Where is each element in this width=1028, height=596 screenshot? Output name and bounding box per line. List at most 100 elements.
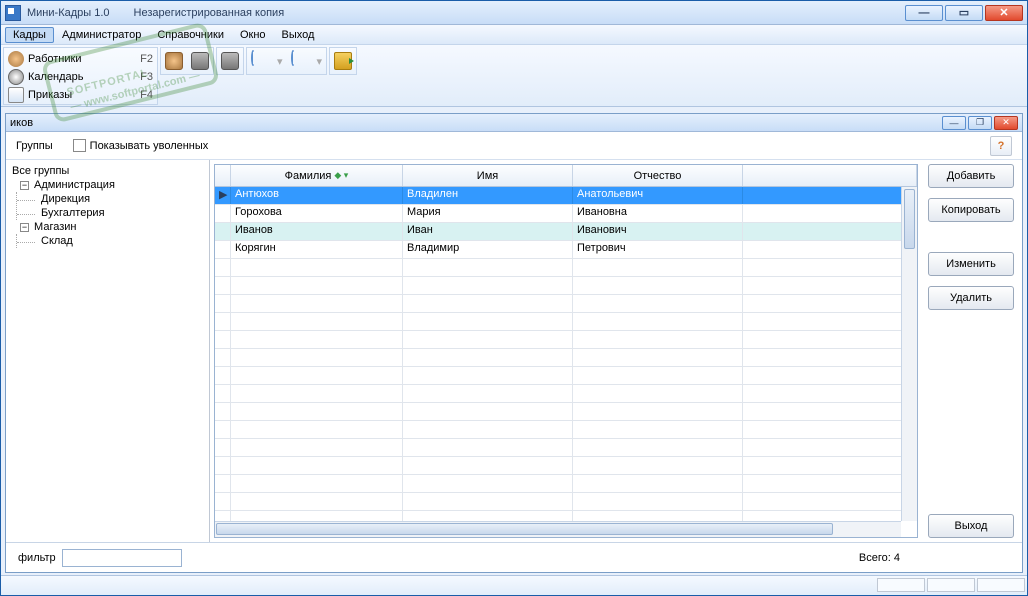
app-subtitle: Незарегистрированная копия <box>134 7 285 19</box>
employees-grid[interactable]: Фамилия ◆ ▾ИмяОтчество ▶АнтюховВладиленА… <box>214 164 918 538</box>
table-row-empty <box>215 403 917 421</box>
tools-icon[interactable] <box>191 52 209 70</box>
child-window: иков — ❐ ✕ Группы Показывать уволенных ?… <box>5 113 1023 573</box>
shortcut-key: F2 <box>140 53 153 65</box>
edit-button[interactable]: Изменить <box>928 252 1014 276</box>
child-toolbar: Группы Показывать уволенных ? <box>6 132 1022 160</box>
tree-node[interactable]: − Магазин <box>8 220 207 234</box>
menu-item-справочники[interactable]: Справочники <box>149 27 232 43</box>
grid-column-spacer <box>743 165 917 186</box>
tree-toggle-icon[interactable]: − <box>20 181 29 190</box>
total-value: 4 <box>894 552 900 564</box>
shortcut-календарь[interactable]: КалендарьF3 <box>8 68 153 86</box>
show-fired-checkbox[interactable] <box>73 139 86 152</box>
minimize-button[interactable]: — <box>905 5 943 21</box>
tree-root[interactable]: Все группы <box>8 164 207 178</box>
groups-tree[interactable]: Все группы− АдминистрацияДирекцияБухгалт… <box>6 160 210 542</box>
table-row-empty <box>215 385 917 403</box>
show-fired-control[interactable]: Показывать уволенных <box>73 139 209 152</box>
total-label: Всего: <box>859 552 891 564</box>
menubar: КадрыАдминистраторСправочникиОкноВыход <box>1 25 1027 45</box>
settings-icon[interactable] <box>221 52 239 70</box>
menu-item-кадры[interactable]: Кадры <box>5 27 54 43</box>
tree-leaf[interactable]: Склад <box>17 234 207 248</box>
shortcut-key: F4 <box>140 89 153 101</box>
user-icon[interactable] <box>165 52 183 70</box>
app-icon <box>5 5 21 21</box>
child-close-button[interactable]: ✕ <box>994 116 1018 130</box>
table-cell-spacer <box>743 241 917 258</box>
row-indicator <box>215 223 231 240</box>
menu-item-окно[interactable]: Окно <box>232 27 274 43</box>
filter-label: фильтр <box>18 552 56 564</box>
shortcut-key: F3 <box>140 71 153 83</box>
grid-header: Фамилия ◆ ▾ИмяОтчество <box>215 165 917 187</box>
shortcut-label: Работники <box>28 53 136 65</box>
table-row[interactable]: ИвановИванИванович <box>215 223 917 241</box>
exit-button[interactable]: Выход <box>928 514 1014 538</box>
table-cell-spacer <box>743 223 917 240</box>
table-row-empty <box>215 313 917 331</box>
help-button[interactable]: ? <box>990 136 1012 156</box>
table-row[interactable]: КорягинВладимирПетрович <box>215 241 917 259</box>
app-window: Мини-Кадры 1.0 Незарегистрированная копи… <box>0 0 1028 596</box>
child-titlebar: иков — ❐ ✕ <box>6 114 1022 132</box>
grid-column-header[interactable]: Отчество <box>573 165 743 186</box>
show-fired-label: Показывать уволенных <box>90 140 209 152</box>
sort-indicator-icon: ◆ ▾ <box>334 170 348 181</box>
table-cell: Корягин <box>231 241 403 258</box>
copy-button[interactable]: Копировать <box>928 198 1014 222</box>
table-cell-spacer <box>743 187 917 204</box>
table-row-empty <box>215 367 917 385</box>
tree-node[interactable]: − Администрация <box>8 178 207 192</box>
status-cell <box>927 578 975 592</box>
table-cell: Петрович <box>573 241 743 258</box>
table-cell: Антюхов <box>231 187 403 204</box>
undo-dropdown-icon[interactable]: ▾ <box>277 55 283 68</box>
table-cell-spacer <box>743 205 917 222</box>
table-cell: Иванович <box>573 223 743 240</box>
redo-icon[interactable] <box>291 52 309 70</box>
table-cell: Иванов <box>231 223 403 240</box>
tree-toggle-icon[interactable]: − <box>20 223 29 232</box>
table-cell: Иван <box>403 223 573 240</box>
grid-body[interactable]: ▶АнтюховВладиленАнатольевичГороховаМария… <box>215 187 917 521</box>
shortcut-работники[interactable]: Работники F2 <box>8 50 153 68</box>
maximize-button[interactable]: ▭ <box>945 5 983 21</box>
redo-dropdown-icon[interactable]: ▾ <box>317 55 323 68</box>
table-cell: Анатольевич <box>573 187 743 204</box>
table-row[interactable]: ГороховаМарияИвановна <box>215 205 917 223</box>
tree-leaf[interactable]: Дирекция <box>17 192 207 206</box>
table-cell: Владилен <box>403 187 573 204</box>
add-button[interactable]: Добавить <box>928 164 1014 188</box>
people-icon <box>8 51 24 67</box>
groups-label: Группы <box>16 140 53 152</box>
menu-item-администратор[interactable]: Администратор <box>54 27 149 43</box>
table-row[interactable]: ▶АнтюховВладиленАнатольевич <box>215 187 917 205</box>
child-minimize-button[interactable]: — <box>942 116 966 130</box>
table-cell: Мария <box>403 205 573 222</box>
grid-column-header[interactable]: Имя <box>403 165 573 186</box>
grid-column-header[interactable]: Фамилия ◆ ▾ <box>231 165 403 186</box>
toolbar-exit <box>329 47 357 75</box>
child-restore-button[interactable]: ❐ <box>968 116 992 130</box>
shortcut-приказы[interactable]: Приказы F4 <box>8 86 153 104</box>
shortcut-label: Приказы <box>28 89 136 101</box>
menu-item-выход[interactable]: Выход <box>274 27 323 43</box>
tree-leaf[interactable]: Бухгалтерия <box>17 206 207 220</box>
exit-icon[interactable] <box>334 52 352 70</box>
delete-button[interactable]: Удалить <box>928 286 1014 310</box>
close-button[interactable]: ✕ <box>985 5 1023 21</box>
vertical-scrollbar[interactable] <box>901 187 917 521</box>
statusbar <box>1 575 1027 595</box>
horizontal-scrollbar[interactable] <box>215 521 901 537</box>
filter-input[interactable] <box>62 549 182 567</box>
table-cell: Горохова <box>231 205 403 222</box>
titlebar: Мини-Кадры 1.0 Незарегистрированная копи… <box>1 1 1027 25</box>
table-cell: Ивановна <box>573 205 743 222</box>
toolbar-area: Работники F2 КалендарьF3 Приказы F4 ▾ ▾ <box>1 45 1027 107</box>
table-cell: Владимир <box>403 241 573 258</box>
action-buttons: Добавить Копировать Изменить Удалить Вых… <box>920 160 1022 542</box>
undo-icon[interactable] <box>251 52 269 70</box>
row-indicator <box>215 205 231 222</box>
